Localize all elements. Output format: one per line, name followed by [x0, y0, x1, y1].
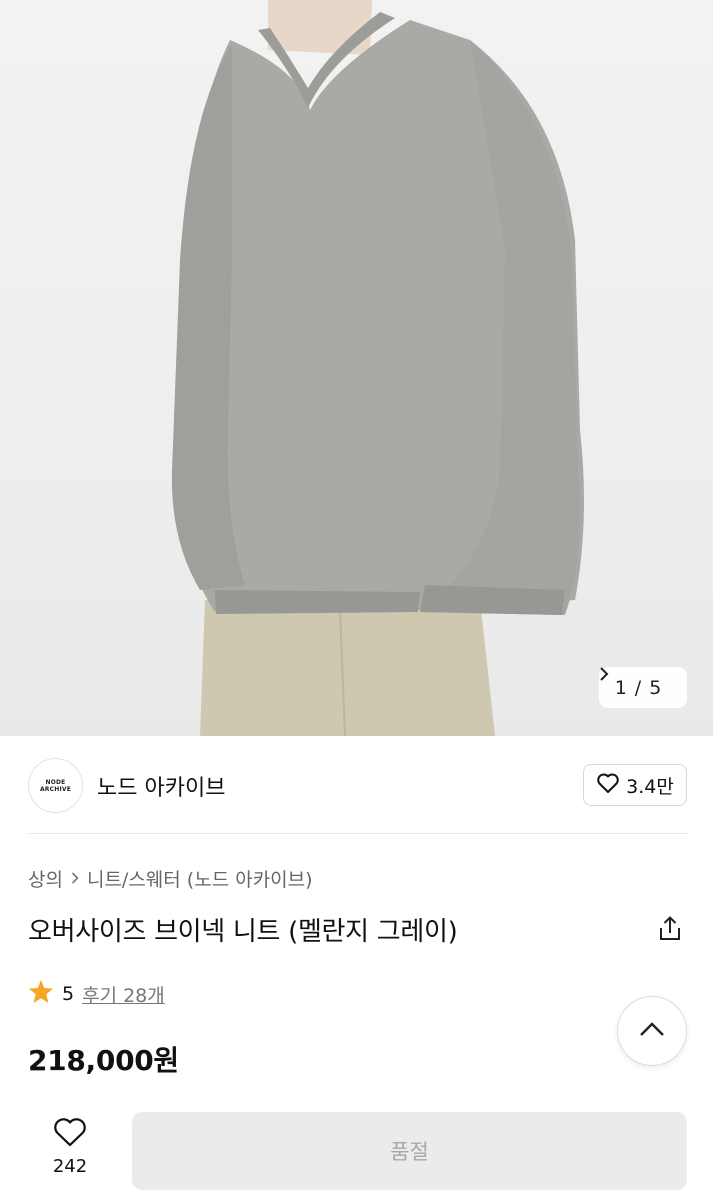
- chevron-right-icon: [71, 869, 79, 888]
- total-image-number: 5: [649, 676, 662, 699]
- star-icon: [28, 979, 54, 1009]
- brand-logo[interactable]: NODE ARCHIVE: [28, 758, 83, 813]
- brand-like-button[interactable]: 3.4만: [583, 764, 687, 806]
- breadcrumb-item-top[interactable]: 상의: [28, 865, 63, 892]
- wish-count: 242: [52, 1156, 88, 1177]
- brand-row: NODE ARCHIVE 노드 아카이브 3.4만: [0, 736, 713, 833]
- heart-outline-icon: [52, 1116, 88, 1152]
- chevron-up-icon: [639, 1021, 665, 1041]
- product-price: 218,000원: [28, 1044, 179, 1077]
- image-counter[interactable]: 1 / 5: [599, 667, 687, 708]
- product-title: 오버사이즈 브이넥 니트 (멜란지 그레이): [28, 917, 458, 947]
- scroll-top-button[interactable]: [617, 996, 687, 1066]
- breadcrumb-item-category[interactable]: 니트/스웨터 (노드 아카이브): [87, 865, 313, 892]
- product-photo: [171, 0, 584, 736]
- brand-name[interactable]: 노드 아카이브: [97, 770, 225, 802]
- rating-row: 5 후기 28개: [28, 979, 165, 1009]
- brand-like-count: 3.4만: [626, 775, 674, 798]
- counter-separator: /: [634, 676, 642, 699]
- brand-logo-text: NODE ARCHIVE: [39, 778, 72, 793]
- rating-score: 5: [62, 983, 75, 1005]
- breadcrumb: 상의 니트/스웨터 (노드 아카이브): [28, 865, 313, 892]
- current-image-number: 1: [614, 676, 627, 699]
- divider: [28, 833, 687, 834]
- product-image[interactable]: 1 / 5: [0, 0, 713, 736]
- share-icon[interactable]: [655, 914, 685, 944]
- heart-outline-icon: [596, 772, 620, 799]
- wish-button[interactable]: 242: [38, 1116, 102, 1186]
- sold-out-label: 품절: [390, 1140, 429, 1164]
- sold-out-button[interactable]: 품절: [132, 1112, 687, 1190]
- review-count-link[interactable]: 후기 28개: [82, 981, 165, 1008]
